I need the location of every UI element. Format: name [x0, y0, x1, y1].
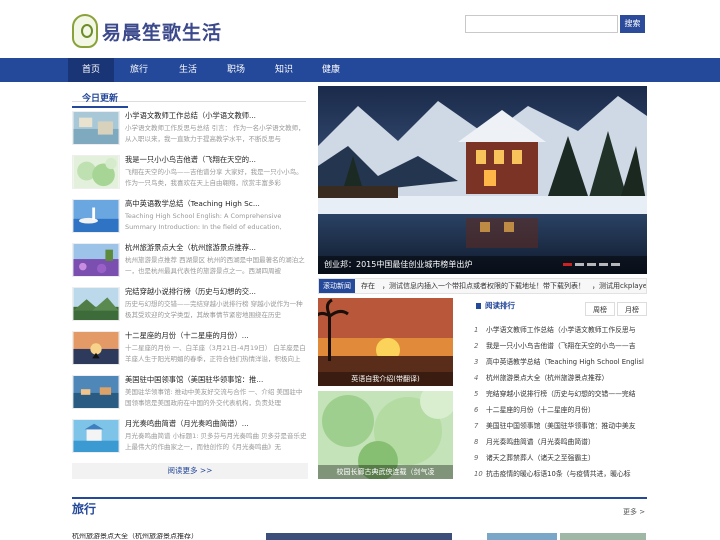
tab-weekly[interactable]: 周榜	[585, 302, 615, 316]
list-item[interactable]: 我是一只小小鸟吉他谱（飞翔在天空的... 飞翔在天空的小鸟——吉他谱分享 大家好…	[72, 152, 308, 190]
ranking-item[interactable]: 9 诸天之葬禁葬人（诸天之至强霸主）	[474, 450, 647, 466]
ticker-label: 滚动新闻	[319, 279, 355, 293]
list-item-title[interactable]: 高中英语教学总结（Teaching High Sc...	[125, 199, 308, 209]
ranking-item-title[interactable]: 月光奏鸣曲简谱（月光奏鸣曲简谱）	[486, 438, 595, 446]
tile-caption[interactable]: 校园长廊古典武侠连载（剑气凌	[318, 465, 453, 479]
article-thumbnail[interactable]	[72, 331, 120, 365]
list-item[interactable]: 完结穿越小说排行榜（历史与幻想的交... 历史与幻想的交错——完结穿越小说排行榜…	[72, 284, 308, 322]
ranking-item-title[interactable]: 小学语文教师工作总结（小学语文教师工作反思与	[486, 326, 636, 334]
article-thumbnail[interactable]	[72, 199, 120, 233]
read-more-button[interactable]: 阅读更多 >>	[72, 463, 308, 479]
list-item-title[interactable]: 月光奏鸣曲简谱（月光奏鸣曲简谱）...	[125, 419, 308, 429]
slider-dot[interactable]	[587, 263, 596, 266]
ranking-item-title[interactable]: 完结穿越小说排行榜（历史与幻想的交错——完结	[486, 390, 636, 398]
list-item-title[interactable]: 完结穿越小说排行榜（历史与幻想的交...	[125, 287, 308, 297]
nav-item-travel[interactable]: 旅行	[117, 58, 161, 82]
list-item-title[interactable]: 我是一只小小鸟吉他谱（飞翔在天空的...	[125, 155, 308, 165]
list-item-title[interactable]: 小学语文教师工作总结（小学语文教师...	[125, 111, 308, 121]
list-item-desc: 杭州旅游景点推荐 西湖景区 杭州的西湖是中国最著名的湖泊之一，也是杭州最具代表性…	[125, 256, 305, 275]
list-item-title[interactable]: 杭州旅游景点大全（杭州旅游景点推荐...	[125, 243, 308, 253]
article-thumbnail[interactable]	[72, 243, 120, 277]
slider-dot[interactable]	[575, 263, 584, 266]
site-logo[interactable]: 易晨笙歌生活	[72, 14, 222, 48]
ranking-item[interactable]: 3 高中英语教学总结（Teaching High School Englisl	[474, 354, 647, 370]
today-section-header: 今日更新	[72, 86, 306, 108]
list-item[interactable]: 小学语文教师工作总结（小学语文教师... 小学语文教师工作反思与总结 引言： 作…	[72, 108, 308, 146]
featured-slider[interactable]	[318, 86, 647, 274]
tab-monthly[interactable]: 月榜	[617, 302, 647, 316]
list-item-desc: 飞翔在天空的小鸟——吉他谱分享 大家好，我是一只小小鸟。作为一只鸟类，我喜欢在天…	[125, 168, 303, 187]
ranking-item[interactable]: 8 月光奏鸣曲简谱（月光奏鸣曲简谱）	[474, 434, 647, 450]
list-item-desc: 月光奏鸣曲简谱 小标题1: 贝多芬与月光奏鸣曲 贝多芬是音乐史上最伟大的作曲家之…	[125, 432, 307, 451]
list-item[interactable]: 月光奏鸣曲简谱（月光奏鸣曲简谱）... 月光奏鸣曲简谱 小标题1: 贝多芬与月光…	[72, 416, 308, 454]
list-item-desc: 小学语文教师工作反思与总结 引言： 作为一名小学语文教师，从入职以来，我一直致力…	[125, 124, 305, 143]
nav-item-health[interactable]: 健康	[309, 58, 353, 82]
travel-first-item[interactable]: 杭州旅游景点大全（杭州旅游景点推荐）	[72, 533, 252, 540]
logo-icon	[72, 14, 98, 48]
article-thumbnail[interactable]	[72, 287, 120, 321]
list-item[interactable]: 高中英语教学总结（Teaching High Sc... Teaching Hi…	[72, 196, 308, 234]
nav-item-career[interactable]: 职场	[214, 58, 258, 82]
list-item-desc: Teaching High School English: A Comprehe…	[125, 212, 282, 231]
article-thumbnail[interactable]	[72, 375, 120, 409]
list-item-desc: 美国驻华领事馆: 推动中美友好交流与合作 一、介绍 美国驻中国领事馆是美国政府在…	[125, 388, 303, 407]
list-item-title[interactable]: 美国驻中国领事馆（美国驻华领事馆：推...	[125, 375, 308, 385]
ranking-item[interactable]: 1 小学语文教师工作总结（小学语文教师工作反思与	[474, 322, 647, 338]
picture-tile[interactable]: 校园长廊古典武侠连载（剑气凌	[318, 391, 453, 479]
list-item[interactable]: 十二星座的月份（十二星座的月份）... 十二星座的月份 一、白羊座（3月21日-…	[72, 328, 308, 366]
ranking-marker	[476, 303, 481, 309]
ranking-item[interactable]: 6 十二星座的月份（十二星座的月份）	[474, 402, 647, 418]
ranking-item[interactable]: 7 美国驻中国领事馆（美国驻华领事馆：推动中美友	[474, 418, 647, 434]
nav-item-life[interactable]: 生活	[166, 58, 210, 82]
logo-text: 易晨笙歌生活	[102, 21, 223, 44]
list-item-desc: 十二星座的月份 一、白羊座（3月21日-4月19日） 白羊座是白羊座人生于阳光明…	[125, 344, 306, 363]
ranking-item-title[interactable]: 我是一只小小鸟吉他谱（飞翔在天空的小鸟——吉	[486, 342, 636, 350]
list-item-title[interactable]: 十二星座的月份（十二星座的月份）...	[125, 331, 308, 341]
slider-image[interactable]	[318, 86, 647, 274]
ranking-item-title[interactable]: 杭州旅游景点大全（杭州旅游景点推荐）	[486, 374, 608, 382]
travel-thumb[interactable]	[487, 533, 557, 540]
search-button[interactable]: 搜索	[620, 15, 645, 33]
picture-tile[interactable]: 英语自我介绍(带翻译)	[318, 298, 453, 386]
ranking-item[interactable]: 10 抗击疫情的暖心标语10条（与疫情共进，暖心标	[474, 466, 647, 482]
slider-dots	[563, 263, 620, 266]
ranking-item-title[interactable]: 十二星座的月份（十二星座的月份）	[486, 406, 595, 414]
article-thumbnail[interactable]	[72, 111, 120, 145]
site-header: 易晨笙歌生活 搜索	[0, 0, 720, 58]
list-item[interactable]: 杭州旅游景点大全（杭州旅游景点推荐... 杭州旅游景点推荐 西湖景区 杭州的西湖…	[72, 240, 308, 278]
slider-dot[interactable]	[563, 263, 572, 266]
slider-dot[interactable]	[599, 263, 608, 266]
nav-item-knowledge[interactable]: 知识	[262, 58, 306, 82]
ranking-item[interactable]: 2 我是一只小小鸟吉他谱（飞翔在天空的小鸟——吉	[474, 338, 647, 354]
article-thumbnail[interactable]	[72, 155, 120, 189]
ranking-item-title[interactable]: 诸天之葬禁葬人（诸天之至强霸主）	[486, 454, 595, 462]
news-ticker: 滚动新闻 存在 ，测试信息内插入一个带扣点或者权限的下载地址！带下载列表！ ，测…	[318, 278, 647, 294]
ranking-item-title[interactable]: 高中英语教学总结（Teaching High School Englisl	[486, 358, 644, 366]
list-item[interactable]: 美国驻中国领事馆（美国驻华领事馆：推... 美国驻华领事馆: 推动中美友好交流与…	[72, 372, 308, 410]
ranking-item[interactable]: 5 完结穿越小说排行榜（历史与幻想的交错——完结	[474, 386, 647, 402]
tile-caption[interactable]: 英语自我介绍(带翻译)	[318, 372, 453, 386]
ranking-item[interactable]: 4 杭州旅游景点大全（杭州旅游景点推荐）	[474, 370, 647, 386]
ranking-item-title[interactable]: 美国驻中国领事馆（美国驻华领事馆：推动中美友	[486, 422, 636, 430]
nav-item-home[interactable]: 首页	[68, 58, 114, 82]
travel-more-link[interactable]: 更多 >	[623, 507, 645, 517]
today-section-title: 今日更新	[72, 92, 129, 108]
article-thumbnail[interactable]	[72, 419, 120, 453]
ranking-item-title[interactable]: 抗击疫情的暖心标语10条（与疫情共进，暖心标	[486, 470, 631, 478]
search-input[interactable]	[465, 15, 618, 33]
ticker-text[interactable]: 存在 ，测试信息内插入一个带扣点或者权限的下载地址！带下载列表！ ，测试用ckp…	[361, 279, 646, 293]
travel-thumb[interactable]	[560, 533, 646, 540]
ranking-title: 阅读排行	[485, 301, 515, 310]
slider-dot[interactable]	[611, 263, 620, 266]
travel-thumb[interactable]	[266, 533, 452, 540]
list-item-desc: 历史与幻想的交错——完结穿越小说排行榜 穿越小说作为一种极其受欢迎的文学类型，其…	[125, 300, 303, 319]
section-divider	[72, 497, 647, 499]
travel-preview: 杭州旅游景点大全（杭州旅游景点推荐）	[72, 533, 647, 540]
travel-section-title: 旅行	[72, 502, 97, 516]
main-nav: 首页 旅行 生活 职场 知识 健康	[0, 58, 720, 82]
